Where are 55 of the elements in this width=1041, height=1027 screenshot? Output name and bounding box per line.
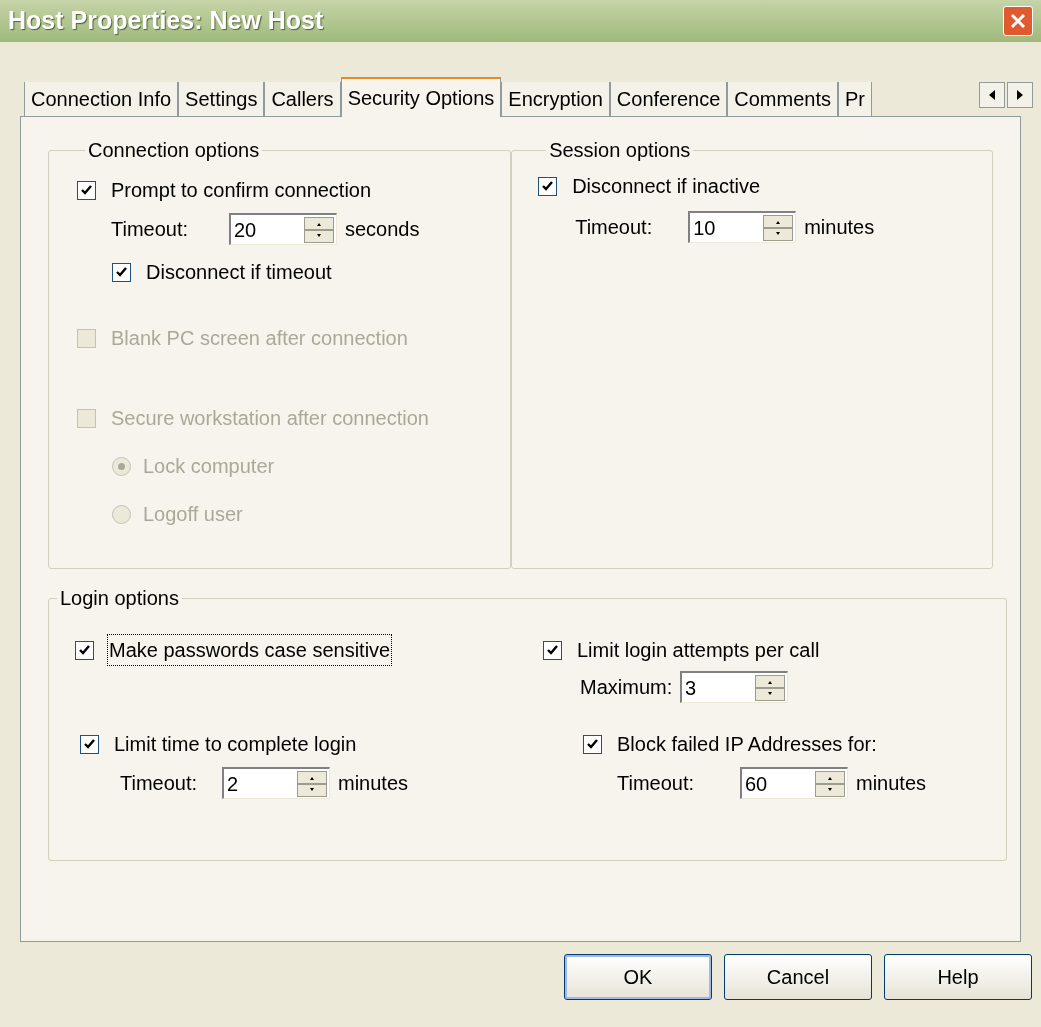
field-label: Maximum: <box>580 675 674 700</box>
field-label: Timeout: <box>120 771 199 796</box>
tab[interactable]: Security Options <box>340 77 502 117</box>
unit-label: minutes <box>804 215 875 240</box>
checkbox[interactable] <box>80 734 99 754</box>
scroll-right-button[interactable] <box>1007 82 1033 108</box>
checkbox-label: Disconnect if inactive <box>571 174 762 199</box>
checkmark-icon <box>78 643 91 657</box>
unit-label: minutes <box>338 771 409 796</box>
left-arrow-icon <box>988 90 996 100</box>
checkbox[interactable] <box>543 640 562 660</box>
checkmark-icon <box>586 737 599 751</box>
checkbox-label: Disconnect if timeout <box>145 260 333 285</box>
checkmark-icon <box>541 179 555 193</box>
tab[interactable]: Comments <box>727 82 838 116</box>
group-title: Session options <box>548 138 692 163</box>
window-title: Host Properties: New Host <box>8 5 324 37</box>
checkbox[interactable] <box>583 734 602 754</box>
tab[interactable]: Settings <box>178 82 265 116</box>
radio-label: Logoff user <box>143 502 243 527</box>
checkbox-label: Limit time to complete login <box>113 732 358 757</box>
field-label: Timeout: <box>575 215 654 240</box>
tab[interactable]: Connection Info <box>24 82 179 116</box>
dialog-button[interactable]: Help <box>884 954 1032 1000</box>
field-label: Timeout: <box>617 771 696 796</box>
unit-label: minutes <box>856 771 927 796</box>
checkbox[interactable] <box>77 180 96 200</box>
checkbox-label: Limit login attempts per call <box>576 638 821 663</box>
tab[interactable]: Conference <box>609 82 728 116</box>
scroll-left-button[interactable] <box>979 82 1005 108</box>
checkmark-icon <box>80 183 93 197</box>
tab[interactable]: Pr <box>837 82 872 116</box>
field-label: Timeout: <box>111 217 190 242</box>
dialog-button[interactable]: OK <box>564 954 712 1000</box>
checkbox-label: Secure workstation after connection <box>110 406 430 431</box>
tab[interactable]: Encryption <box>501 82 610 116</box>
checkbox[interactable] <box>112 262 131 282</box>
checkbox[interactable] <box>75 640 94 660</box>
group-title: Connection options <box>87 138 261 163</box>
radio-label: Lock computer <box>143 454 275 479</box>
group-title: Login options <box>59 586 180 611</box>
unit-label: seconds <box>345 217 420 242</box>
checkbox-label: Block failed IP Addresses for: <box>616 732 878 757</box>
checkbox-label: Prompt to confirm connection <box>110 178 373 203</box>
dialog-button[interactable]: Cancel <box>724 954 872 1000</box>
checkmark-icon <box>115 265 128 279</box>
checkbox-label: Blank PC screen after connection <box>110 326 409 351</box>
checkmark-icon <box>83 737 96 751</box>
checkmark-icon <box>546 643 559 657</box>
close-icon <box>1009 12 1027 30</box>
tab[interactable]: Callers <box>264 82 341 116</box>
right-arrow-icon <box>1016 90 1024 100</box>
close-button[interactable] <box>1003 6 1033 36</box>
checkbox[interactable] <box>538 176 558 196</box>
checkbox-label: Make passwords case sensitive <box>108 635 392 665</box>
